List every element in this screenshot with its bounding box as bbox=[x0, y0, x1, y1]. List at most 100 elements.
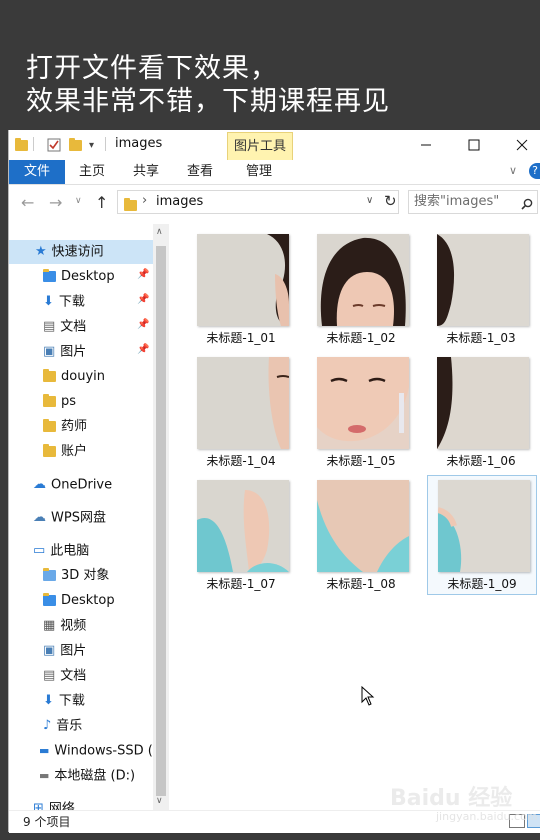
file-item[interactable]: 未标题-1_07 bbox=[187, 476, 295, 594]
picture-icon: ▣ bbox=[43, 344, 56, 359]
file-name: 未标题-1_08 bbox=[326, 577, 396, 591]
address-dropdown-icon[interactable]: ∨ bbox=[366, 195, 373, 206]
nav-douyin[interactable]: douyin bbox=[43, 366, 105, 388]
scroll-up-icon[interactable]: ∧ bbox=[156, 227, 163, 237]
search-icon bbox=[521, 195, 533, 214]
scroll-down-icon[interactable]: ∨ bbox=[156, 796, 163, 806]
nav-label: 快速访问 bbox=[51, 244, 104, 260]
nav-network[interactable]: ⊞ 网络 bbox=[33, 798, 75, 810]
image-thumbnail bbox=[317, 480, 409, 572]
folder-icon bbox=[15, 137, 28, 153]
ribbon-tabs: 文件 主页 共享 查看 管理 ∨ ? bbox=[9, 160, 540, 214]
nav-label: 文档 bbox=[60, 319, 87, 335]
up-arrow-icon[interactable]: ↑ bbox=[95, 193, 108, 212]
file-item[interactable]: 未标题-1_03 bbox=[427, 230, 535, 348]
refresh-icon[interactable]: ↻ bbox=[384, 192, 397, 210]
nav-label: douyin bbox=[61, 369, 105, 384]
path-separator-icon: › bbox=[142, 193, 148, 208]
file-name: 未标题-1_03 bbox=[446, 331, 516, 345]
computer-icon: ▭ bbox=[33, 543, 46, 558]
customize-chevron-icon[interactable]: ▾ bbox=[89, 137, 94, 153]
image-thumbnail bbox=[438, 480, 530, 572]
pin-icon[interactable]: 📌 bbox=[137, 294, 149, 305]
search-input[interactable]: 搜索"images" bbox=[408, 190, 538, 214]
file-item[interactable]: 未标题-1_04 bbox=[187, 353, 295, 471]
nav-label: Desktop bbox=[61, 269, 115, 284]
nav-wps[interactable]: ☁ WPS网盘 bbox=[33, 507, 106, 529]
new-folder-icon[interactable] bbox=[69, 137, 82, 153]
video-caption: 打开文件看下效果， 效果非常不错，下期课程再见 bbox=[26, 52, 390, 118]
video-icon: ▦ bbox=[43, 618, 56, 633]
file-item-selected[interactable]: 未标题-1_09 bbox=[427, 475, 537, 595]
nav-videos[interactable]: ▦ 视频 bbox=[43, 615, 86, 637]
picture-icon: ▣ bbox=[43, 643, 56, 658]
pin-icon[interactable]: 📌 bbox=[137, 319, 149, 330]
pin-icon[interactable]: 📌 bbox=[137, 344, 149, 355]
file-item[interactable]: 未标题-1_01 bbox=[187, 230, 295, 348]
nav-onedrive[interactable]: ☁ OneDrive bbox=[33, 474, 112, 496]
tab-view[interactable]: 查看 bbox=[179, 160, 221, 184]
tab-file[interactable]: 文件 bbox=[9, 160, 65, 184]
forward-arrow-icon[interactable]: → bbox=[49, 193, 62, 212]
nav-this-pc[interactable]: ▭ 此电脑 bbox=[33, 540, 89, 562]
nav-documents[interactable]: ▤ 文档 bbox=[43, 316, 86, 338]
nav-pc-pictures[interactable]: ▣ 图片 bbox=[43, 640, 86, 662]
nav-quick-access[interactable]: ★ 快速访问 bbox=[35, 241, 104, 263]
nav-pc-desktop[interactable]: Desktop bbox=[43, 590, 115, 612]
expand-ribbon-icon[interactable]: ∨ bbox=[509, 164, 517, 177]
file-name: 未标题-1_04 bbox=[206, 454, 276, 468]
explorer-window: ▾ images 图片工具 文件 主页 共享 查看 管理 ∨ ? ← → ∨ ↑… bbox=[8, 130, 540, 833]
file-item[interactable]: 未标题-1_02 bbox=[307, 230, 415, 348]
maximize-button[interactable] bbox=[451, 130, 497, 160]
star-icon: ★ bbox=[35, 244, 47, 259]
nav-pc-downloads[interactable]: ⬇ 下载 bbox=[43, 690, 85, 712]
nav-label: ps bbox=[61, 394, 77, 409]
tab-manage[interactable]: 管理 bbox=[237, 160, 281, 184]
image-thumbnail bbox=[437, 234, 529, 326]
help-icon[interactable]: ? bbox=[529, 163, 540, 179]
file-item[interactable]: 未标题-1_08 bbox=[307, 476, 415, 594]
nav-downloads[interactable]: ⬇ 下载 bbox=[43, 291, 85, 313]
nav-label: 网络 bbox=[48, 801, 75, 811]
nav-local-disk-d[interactable]: ▬ 本地磁盘 (D:) bbox=[39, 765, 135, 787]
file-list: 未标题-1_01 未标题-1_02 未标题-1_03 未标题-1_04 未标题-… bbox=[169, 224, 540, 810]
file-item[interactable]: 未标题-1_06 bbox=[427, 353, 535, 471]
minimize-button[interactable] bbox=[403, 130, 449, 160]
navigation-scrollbar[interactable]: ∧ ∨ bbox=[153, 224, 169, 810]
tab-share[interactable]: 共享 bbox=[125, 160, 167, 184]
cube-icon bbox=[43, 568, 56, 581]
nav-music[interactable]: ♪ 音乐 bbox=[43, 715, 82, 737]
nav-label: OneDrive bbox=[51, 477, 113, 493]
address-row: ← → ∨ ↑ › images ∨ ↻ 搜索"images" bbox=[9, 185, 540, 219]
document-icon: ▤ bbox=[43, 668, 56, 683]
baidu-watermark-url: jingyan.baidu.com bbox=[436, 810, 538, 823]
nav-label: 图片 bbox=[60, 643, 87, 659]
tab-home[interactable]: 主页 bbox=[71, 160, 113, 184]
scrollbar-thumb[interactable] bbox=[156, 246, 166, 796]
nav-windows-ssd[interactable]: ▬ Windows-SSD ( bbox=[39, 740, 153, 762]
file-item[interactable]: 未标题-1_05 bbox=[307, 353, 415, 471]
nav-yaoshi[interactable]: 药师 bbox=[43, 416, 87, 438]
nav-pictures[interactable]: ▣ 图片 bbox=[43, 341, 86, 363]
nav-label: 本地磁盘 (D:) bbox=[54, 768, 136, 784]
nav-ps[interactable]: ps bbox=[43, 391, 76, 413]
nav-pc-documents[interactable]: ▤ 文档 bbox=[43, 665, 86, 687]
properties-icon[interactable] bbox=[47, 137, 61, 153]
nav-label: Desktop bbox=[61, 593, 115, 608]
recent-chevron-icon[interactable]: ∨ bbox=[75, 196, 82, 206]
nav-account[interactable]: 账户 bbox=[43, 441, 87, 463]
item-count: 9 个项目 bbox=[23, 815, 71, 829]
nav-label: 视频 bbox=[60, 618, 87, 634]
cloud-icon: ☁ bbox=[33, 477, 46, 492]
back-arrow-icon[interactable]: ← bbox=[21, 193, 34, 212]
download-icon: ⬇ bbox=[43, 693, 54, 708]
desktop-icon bbox=[43, 269, 56, 282]
mouse-cursor-icon bbox=[361, 686, 375, 706]
nav-3d-objects[interactable]: 3D 对象 bbox=[43, 565, 109, 587]
nav-desktop[interactable]: Desktop bbox=[43, 266, 115, 288]
nav-label: 图片 bbox=[60, 344, 87, 360]
address-bar[interactable]: › images ∨ ↻ bbox=[117, 190, 399, 214]
pin-icon[interactable]: 📌 bbox=[137, 269, 149, 280]
close-button[interactable] bbox=[499, 130, 540, 160]
nav-label: 下载 bbox=[58, 693, 85, 709]
